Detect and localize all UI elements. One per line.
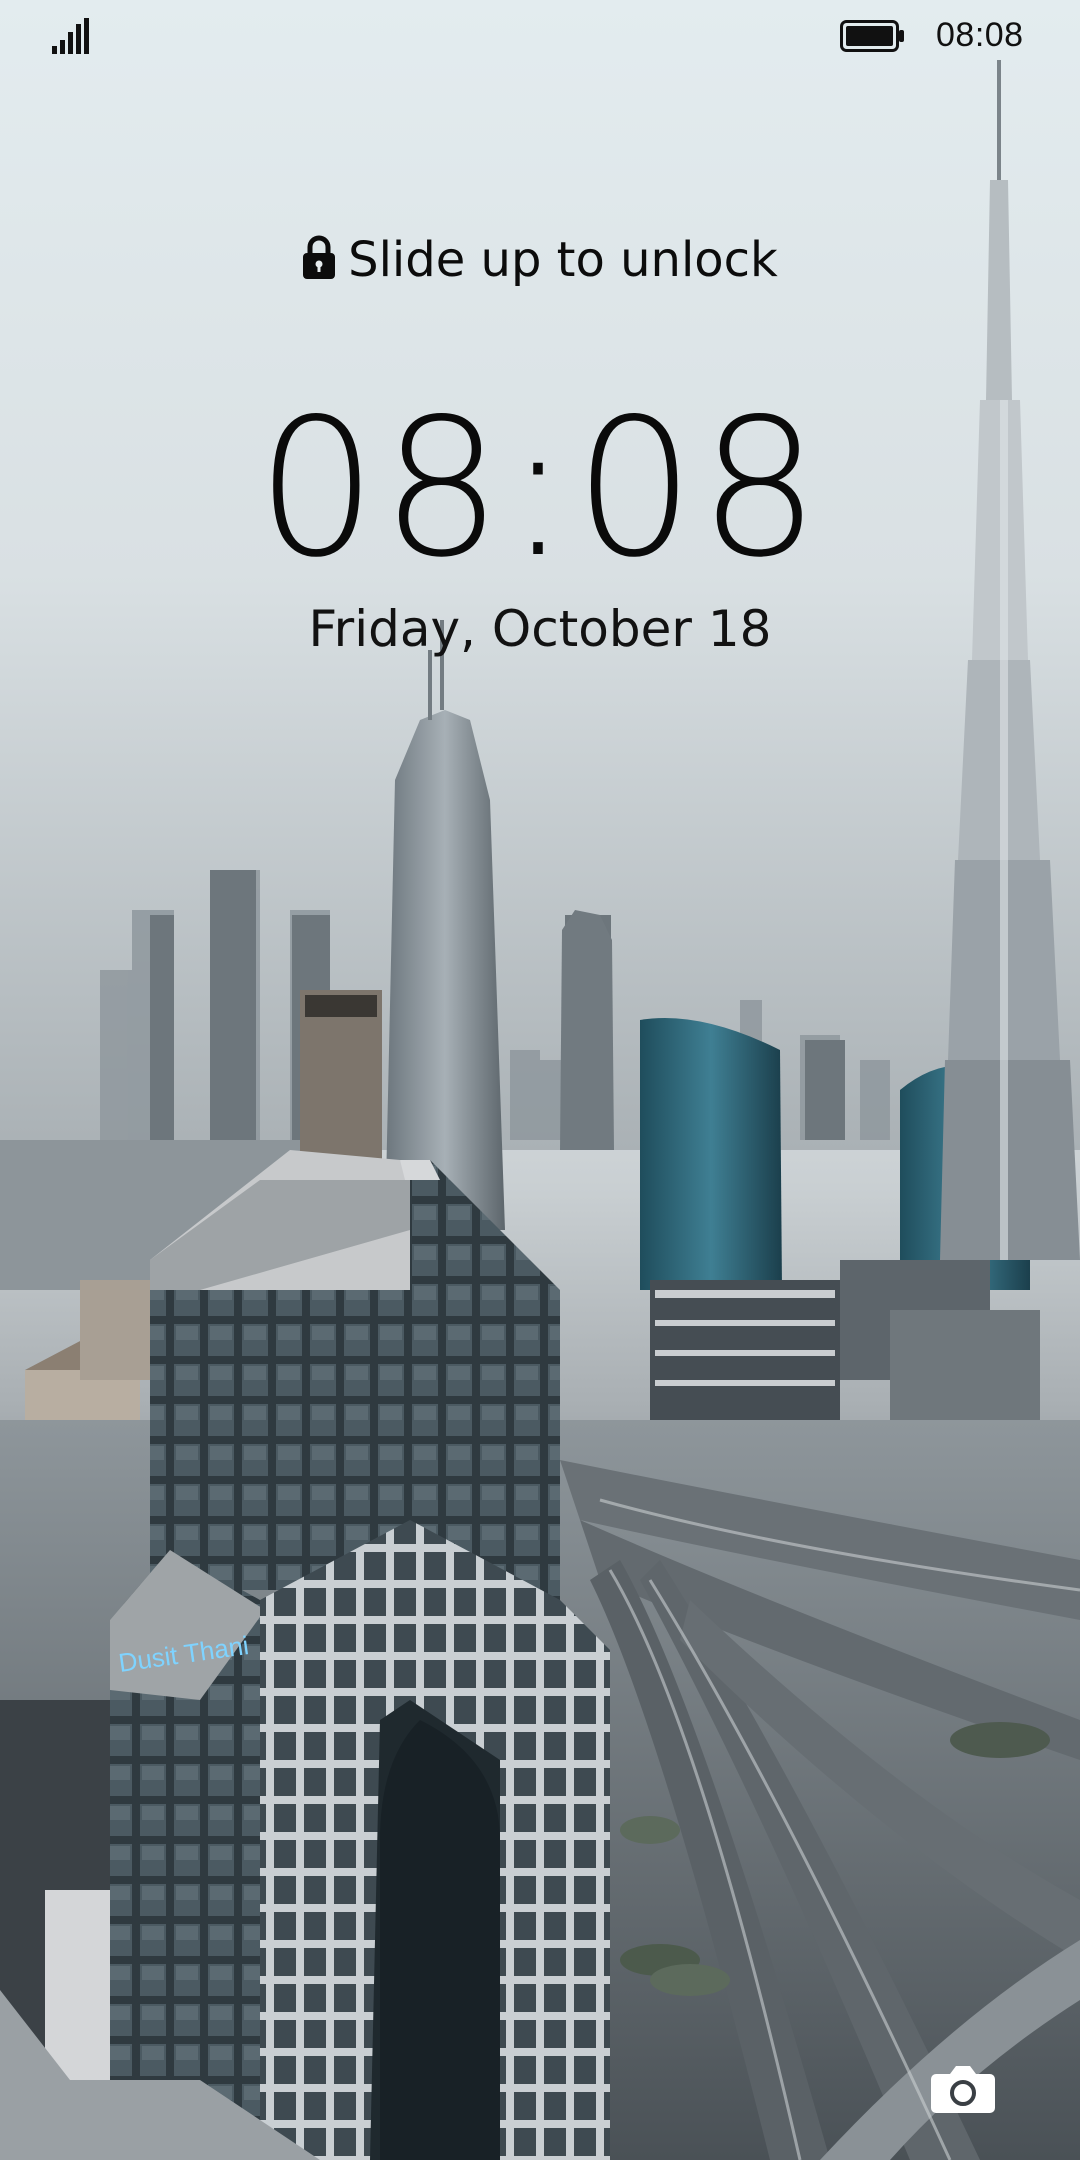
battery-full-icon [840, 20, 904, 52]
status-bar-time: 08:08 [936, 16, 1024, 54]
unlock-hint: Slide up to unlock [0, 232, 1080, 288]
lock-date: Friday, October 18 [308, 600, 772, 658]
clock-time: 08:08 [256, 378, 824, 599]
signal-bars-icon [52, 18, 89, 54]
status-bar: 08:08 [0, 0, 1080, 80]
lock-clock: 08:08 [0, 378, 1080, 599]
padlock-icon [303, 235, 336, 279]
wallpaper-image: Dusit Thani [0, 0, 1080, 2160]
lock-screen[interactable]: Dusit Thani 08:08 Slide up to unlock 08:… [0, 0, 1080, 2160]
unlock-hint-text: Slide up to unlock [348, 232, 778, 288]
camera-icon[interactable] [930, 2062, 996, 2114]
